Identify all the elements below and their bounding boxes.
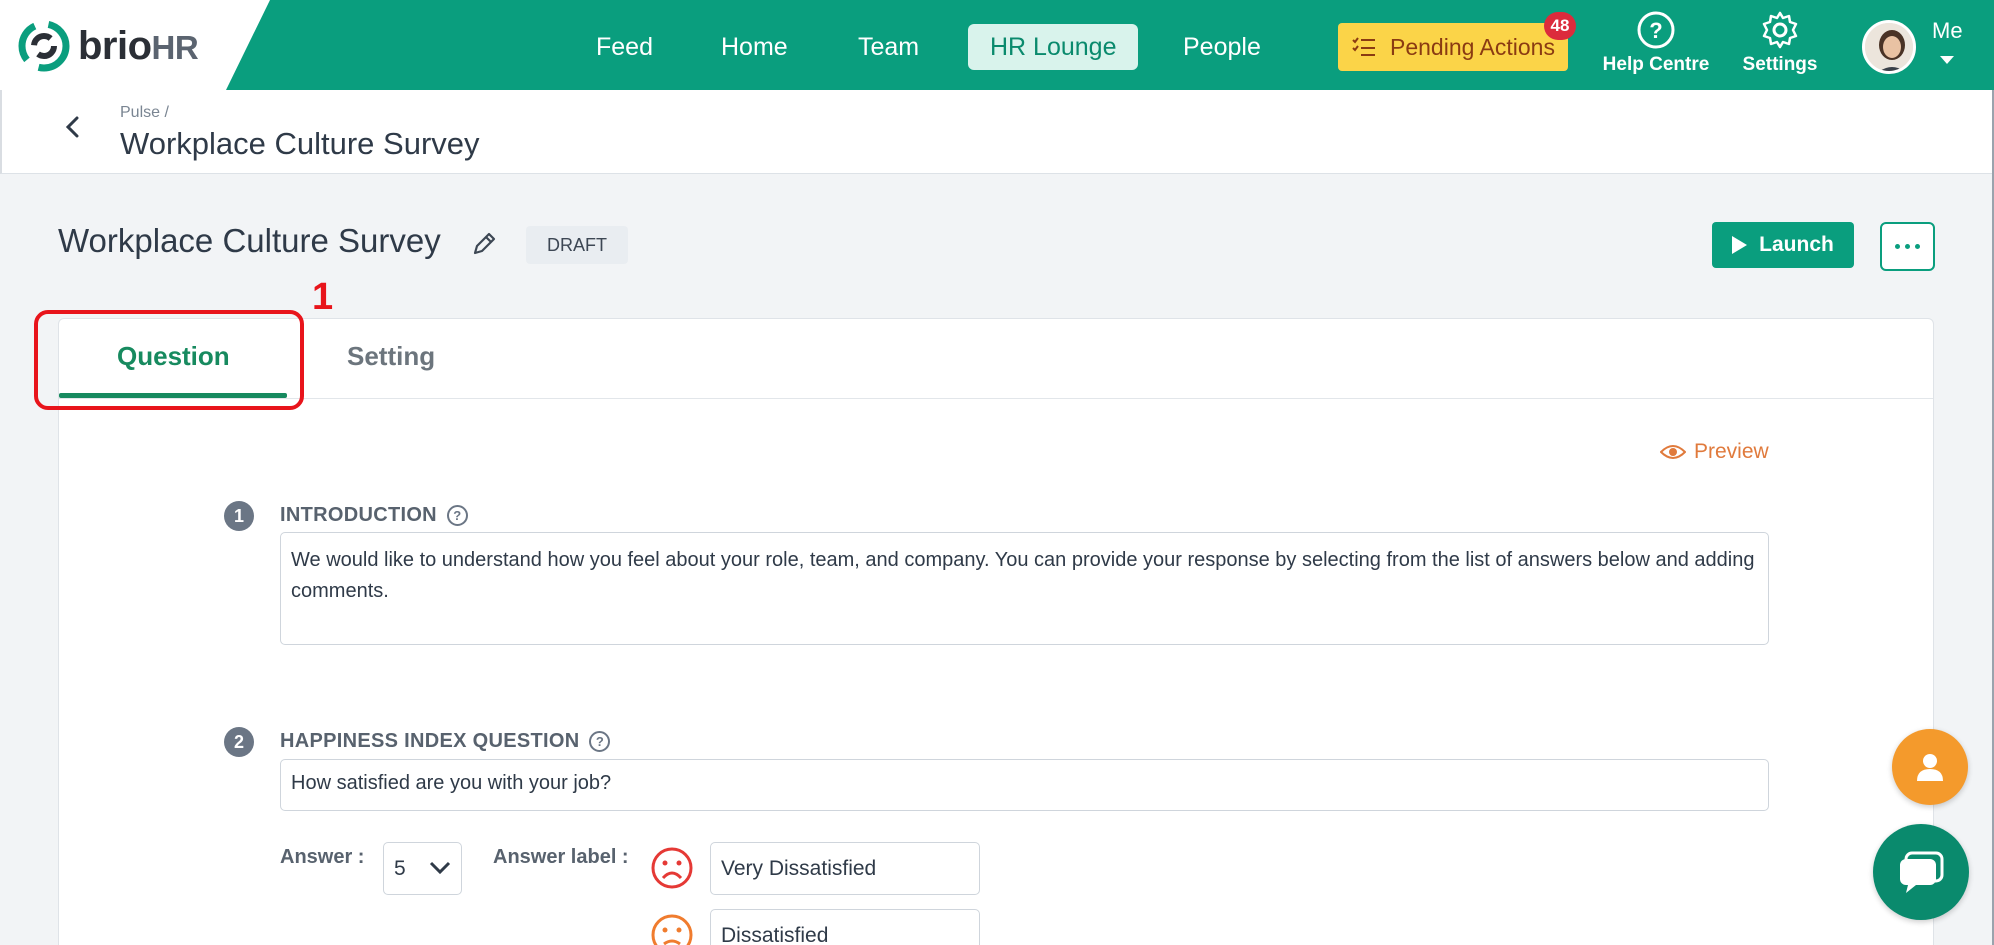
logo-wordmark: brioHR <box>78 23 199 68</box>
chevron-down-icon[interactable] <box>1940 56 1954 64</box>
preview-link[interactable]: Preview <box>1660 440 1769 464</box>
status-badge: DRAFT <box>526 226 628 264</box>
chat-fab-button[interactable] <box>1873 824 1969 920</box>
help-centre-label: Help Centre <box>1602 54 1710 75</box>
page-header: Pulse / Workplace Culture Survey <box>0 90 1994 174</box>
back-arrow-icon[interactable] <box>60 114 86 140</box>
tab-bar: Question Setting <box>59 319 1933 399</box>
nav-hr-lounge[interactable]: HR Lounge <box>968 24 1139 70</box>
checklist-icon <box>1352 37 1375 56</box>
chevron-down-icon <box>429 861 451 875</box>
dissatisfied-face-icon <box>651 914 693 945</box>
settings-label: Settings <box>1742 54 1818 75</box>
play-icon <box>1732 236 1748 254</box>
question-number: 2 <box>224 727 254 757</box>
dot <box>1915 244 1920 249</box>
tab-setting[interactable]: Setting <box>347 341 435 372</box>
user-avatar[interactable] <box>1862 20 1916 74</box>
answer-count-label: Answer : <box>280 846 365 868</box>
nav-feed[interactable]: Feed <box>574 24 675 70</box>
pending-actions-button[interactable]: Pending Actions <box>1338 23 1568 71</box>
question-number: 1 <box>224 501 254 531</box>
chat-icon <box>1900 851 1944 893</box>
logo-panel: brioHR <box>0 0 270 90</box>
pencil-icon[interactable] <box>470 230 498 258</box>
answer-count-select[interactable]: 5 <box>383 842 462 895</box>
svg-text:?: ? <box>1649 18 1662 43</box>
annotation-highlight-box <box>34 310 304 410</box>
help-icon: ? <box>1637 11 1675 49</box>
very-dissatisfied-face-icon <box>651 847 693 889</box>
dot <box>1895 244 1900 249</box>
survey-title: Workplace Culture Survey <box>58 222 441 259</box>
happiness-index-label: HAPPINESS INDEX QUESTION ? <box>280 730 611 753</box>
eye-icon <box>1660 445 1686 459</box>
dot <box>1905 244 1910 249</box>
nav-team[interactable]: Team <box>836 24 941 70</box>
launch-label: Launch <box>1759 233 1834 256</box>
settings-button[interactable]: Settings <box>1738 10 1822 80</box>
brio-logo-icon <box>18 20 70 72</box>
happiness-question-input[interactable]: How satisfied are you with your job? <box>280 759 1769 811</box>
introduction-label: INTRODUCTION ? <box>280 504 468 527</box>
profile-fab-button[interactable] <box>1892 729 1968 805</box>
answer-label-heading: Answer label : <box>493 846 629 868</box>
preview-label: Preview <box>1694 440 1769 463</box>
me-label[interactable]: Me <box>1932 18 1963 44</box>
page-title: Workplace Culture Survey <box>120 126 480 161</box>
annotation-step-number: 1 <box>312 276 334 318</box>
help-icon[interactable]: ? <box>589 731 611 752</box>
brio-hr-logo[interactable]: brioHR <box>18 20 199 72</box>
gear-icon <box>1762 11 1798 49</box>
launch-button[interactable]: Launch <box>1712 222 1854 268</box>
breadcrumb[interactable]: Pulse / <box>120 104 169 122</box>
user-icon <box>1917 754 1943 781</box>
answer-count-value: 5 <box>394 857 406 880</box>
answer-label-input[interactable]: Dissatisfied <box>710 909 980 945</box>
nav-people[interactable]: People <box>1161 24 1283 70</box>
help-centre-button[interactable]: ? Help Centre <box>1600 10 1712 80</box>
avatar-person-icon <box>1865 23 1913 71</box>
pending-actions-label: Pending Actions <box>1390 33 1555 60</box>
question-title: INTRODUCTION <box>280 504 437 526</box>
question-title: HAPPINESS INDEX QUESTION <box>280 730 580 752</box>
answer-label-input[interactable]: Very Dissatisfied <box>710 842 980 895</box>
help-icon[interactable]: ? <box>446 505 468 526</box>
introduction-textarea[interactable]: We would like to understand how you feel… <box>280 532 1769 645</box>
more-options-button[interactable] <box>1880 222 1935 271</box>
pending-count-badge: 48 <box>1544 12 1576 40</box>
top-navigation-bar: brioHR Feed Home Team HR Lounge People P… <box>0 0 1994 90</box>
nav-home[interactable]: Home <box>699 24 810 70</box>
